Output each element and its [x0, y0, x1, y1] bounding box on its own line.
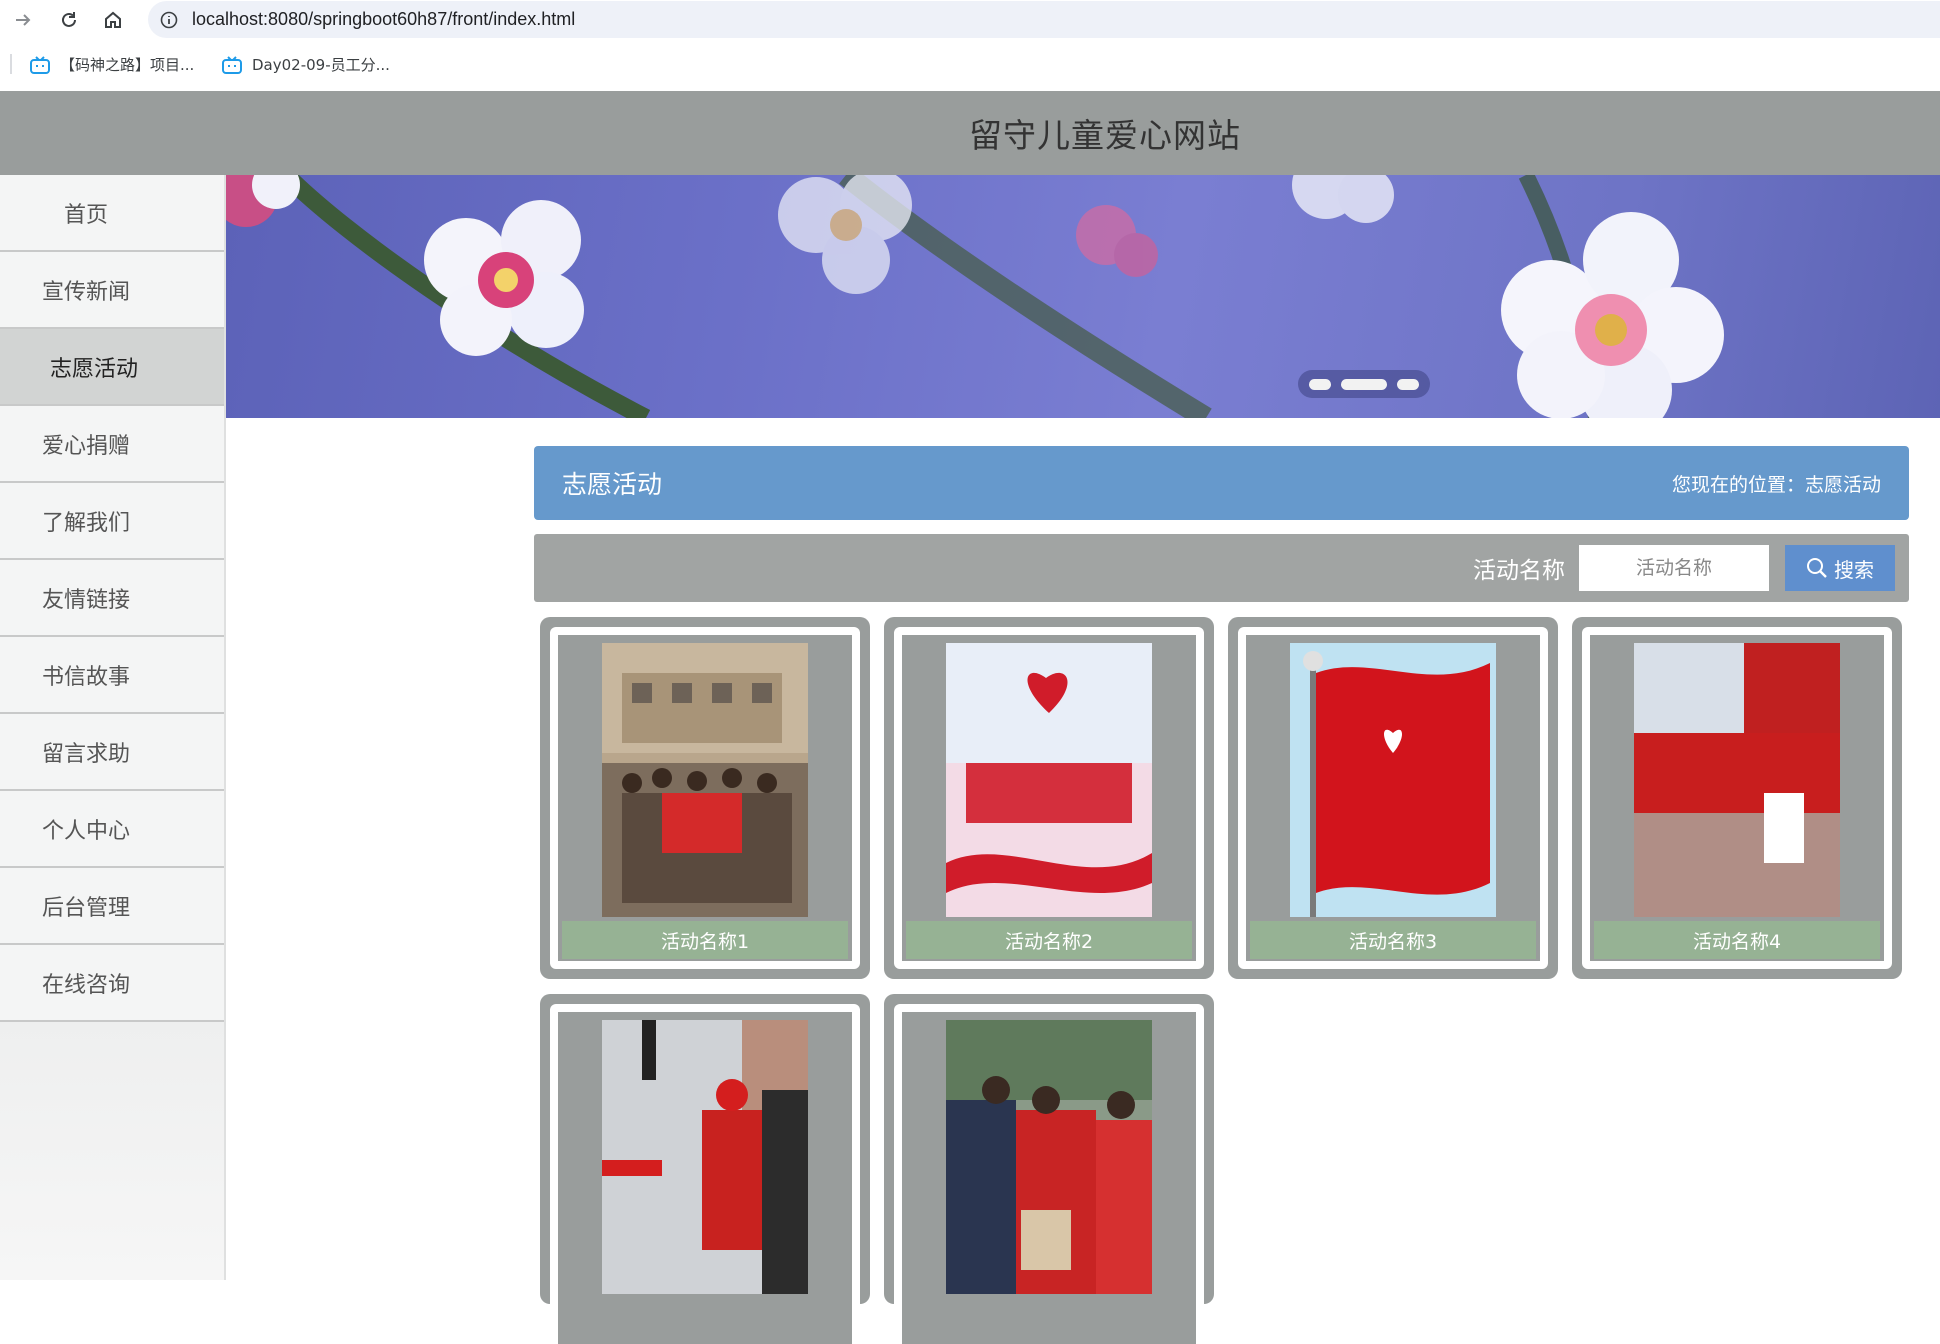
reload-button[interactable] — [54, 5, 84, 35]
activity-card[interactable]: 活动名称3 — [1228, 617, 1558, 979]
search-input[interactable] — [1579, 545, 1769, 591]
section-title-bar: 志愿活动 您现在的位置：志愿活动 — [534, 446, 1909, 520]
sidebar-item-home[interactable]: 首页 — [0, 175, 224, 252]
arrow-right-icon — [16, 14, 31, 26]
sidebar-item-messages[interactable]: 留言求助 — [0, 714, 224, 791]
activity-caption: 活动名称3 — [1250, 921, 1536, 959]
forward-button[interactable] — [8, 5, 38, 35]
sidebar-item-volunteer[interactable]: 志愿活动 — [0, 329, 224, 406]
sidebar-item-letters[interactable]: 书信故事 — [0, 637, 224, 714]
activity-image — [602, 643, 808, 917]
sidebar-item-profile[interactable]: 个人中心 — [0, 791, 224, 868]
search-button-label: 搜索 — [1834, 557, 1874, 582]
sidebar: 首页 宣传新闻 志愿活动 爱心捐赠 了解我们 友情链接 书信故事 留言求助 个人… — [0, 175, 226, 1280]
banner-image — [226, 175, 1724, 418]
info-icon — [160, 11, 178, 28]
section-title: 志愿活动 — [562, 470, 663, 499]
bookmark-label: Day02-09-员工分... — [252, 56, 390, 74]
bilibili-icon — [222, 55, 242, 74]
home-icon — [105, 11, 121, 28]
bookmark-item[interactable]: Day02-09-员工分... — [222, 54, 390, 75]
activity-image — [946, 643, 1152, 917]
bookmarks-divider — [10, 54, 12, 74]
activity-caption: 活动名称2 — [906, 921, 1192, 959]
breadcrumb: 您现在的位置：志愿活动 — [1671, 473, 1881, 496]
sidebar-item-donation[interactable]: 爱心捐赠 — [0, 406, 224, 483]
site-header: 留守儿童爱心网站 — [0, 91, 1940, 175]
activity-card[interactable]: 活动名称2 — [884, 617, 1214, 979]
address-bar[interactable]: localhost:8080/springboot60h87/front/ind… — [148, 1, 1940, 38]
search-button[interactable]: 搜索 — [1785, 545, 1895, 591]
reload-icon — [62, 12, 76, 27]
carousel-dot-active[interactable] — [1341, 378, 1387, 390]
bookmark-label: 【码神之路】项目... — [60, 56, 195, 74]
carousel-indicators — [1298, 370, 1430, 398]
site-title: 留守儿童爱心网站 — [969, 116, 1241, 155]
banner-carousel[interactable] — [226, 175, 1940, 418]
sidebar-item-consult[interactable]: 在线咨询 — [0, 945, 224, 1022]
activity-card[interactable] — [540, 994, 870, 1344]
browser-toolbar: localhost:8080/springboot60h87/front/ind… — [0, 0, 1940, 38]
activity-caption: 活动名称4 — [1594, 921, 1880, 959]
carousel-dot[interactable] — [1397, 378, 1419, 390]
sidebar-item-news[interactable]: 宣传新闻 — [0, 252, 224, 329]
bookmarks-bar: 【码神之路】项目... Day02-09-员工分... — [0, 46, 1940, 86]
activity-image — [1290, 643, 1496, 917]
activity-image — [1634, 643, 1840, 917]
activity-caption: 活动名称1 — [562, 921, 848, 959]
search-bar: 活动名称 搜索 — [534, 534, 1909, 602]
search-label: 活动名称 — [1473, 558, 1565, 584]
activity-card[interactable]: 活动名称1 — [540, 617, 870, 979]
bilibili-icon — [30, 55, 50, 74]
activity-card[interactable]: 活动名称4 — [1572, 617, 1902, 979]
carousel-dot[interactable] — [1309, 378, 1331, 390]
home-button[interactable] — [98, 5, 128, 35]
sidebar-item-about[interactable]: 了解我们 — [0, 483, 224, 560]
bookmark-item[interactable]: 【码神之路】项目... — [30, 54, 194, 75]
activity-card[interactable] — [884, 994, 1214, 1344]
url-text: localhost:8080/springboot60h87/front/ind… — [192, 9, 576, 29]
activity-image — [946, 1020, 1152, 1294]
sidebar-item-admin[interactable]: 后台管理 — [0, 868, 224, 945]
search-icon — [1807, 558, 1827, 578]
activity-image — [602, 1020, 808, 1294]
sidebar-item-links[interactable]: 友情链接 — [0, 560, 224, 637]
